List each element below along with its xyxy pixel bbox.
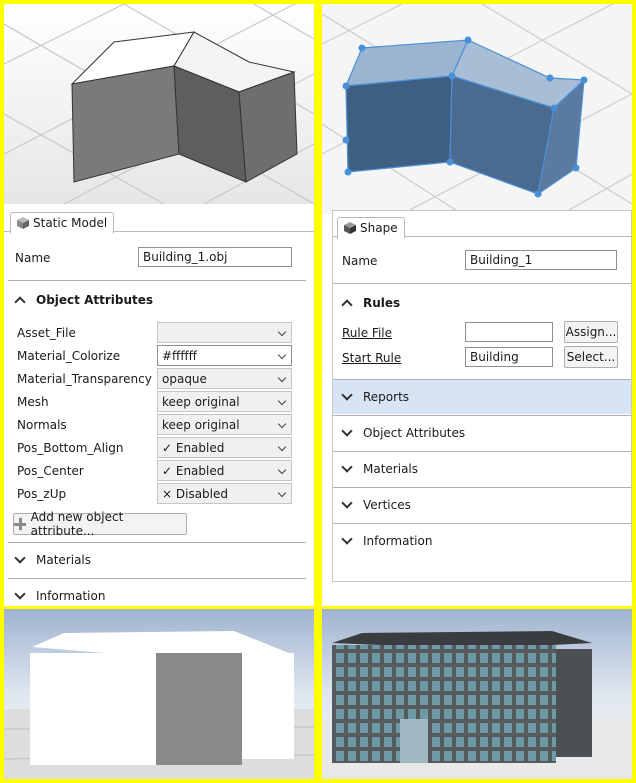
attribute-name: Pos_Bottom_Align <box>17 441 124 455</box>
section-title: Materials <box>363 462 419 476</box>
name-field[interactable]: Building_1 <box>465 250 617 270</box>
viewport-static-model[interactable] <box>4 4 314 204</box>
section-materials[interactable]: Materials <box>333 454 631 484</box>
attribute-name: Material_Colorize <box>17 349 121 363</box>
attribute-value: keep original <box>162 394 240 409</box>
inspector-shape: Shape Name Building_1 Rules Rule File As… <box>332 210 632 582</box>
render-shape[interactable] <box>322 609 632 779</box>
attribute-value: #ffffff <box>162 348 197 363</box>
tabbar: Static Model <box>4 208 314 234</box>
section-title: Vertices <box>363 498 411 512</box>
attribute-value: opaque <box>162 371 207 386</box>
divider <box>333 283 631 284</box>
cube-icon <box>17 217 29 229</box>
attribute-value: × Disabled <box>162 486 228 501</box>
section-title: Materials <box>36 553 92 567</box>
chevron-down-icon <box>277 396 287 406</box>
divider <box>333 487 631 488</box>
section-title: Reports <box>363 390 410 404</box>
name-label: Name <box>15 251 51 265</box>
divider <box>8 280 306 281</box>
tab-label: Shape <box>360 221 398 235</box>
chevron-down-icon <box>341 389 353 401</box>
render-static-model-canvas <box>4 609 314 779</box>
section-object-attributes[interactable]: Object Attributes <box>4 285 314 315</box>
chevron-down-icon <box>277 465 287 475</box>
inspector-static-model: Static Model Name Building_1.obj Object … <box>4 204 314 606</box>
tab-shape[interactable]: Shape <box>337 217 405 239</box>
attribute-value: ✓ Enabled <box>162 440 225 455</box>
attribute-combo[interactable]: keep original <box>157 414 292 435</box>
section-object-attributes[interactable]: Object Attributes <box>333 418 631 448</box>
attribute-value: keep original <box>162 417 240 432</box>
attribute-combo[interactable]: #ffffff <box>157 345 292 366</box>
chevron-down-icon <box>277 373 287 383</box>
chevron-up-icon <box>341 299 353 311</box>
section-materials[interactable]: Materials <box>4 545 314 575</box>
attribute-combo[interactable]: ✓ Enabled <box>157 460 292 481</box>
section-reports[interactable]: Reports <box>333 380 631 414</box>
viewport-shape-canvas <box>322 4 632 214</box>
start-rule-field[interactable]: Building <box>465 347 553 367</box>
attribute-name: Normals <box>17 418 67 432</box>
attribute-combo[interactable]: ✓ Enabled <box>157 437 292 458</box>
rule-file-field[interactable] <box>465 322 553 342</box>
divider <box>333 415 631 416</box>
chevron-down-icon <box>341 497 353 509</box>
attribute-name: Mesh <box>17 395 49 409</box>
add-attribute-label: Add new object attribute... <box>30 510 124 538</box>
chevron-down-icon <box>277 442 287 452</box>
chevron-down-icon <box>341 425 353 437</box>
add-attribute-button[interactable]: Add new object attribute... <box>13 510 187 538</box>
section-title: Object Attributes <box>363 426 466 440</box>
start-rule-link[interactable]: Start Rule <box>342 351 401 365</box>
rule-file-link[interactable]: Rule File <box>342 326 392 340</box>
section-title: Information <box>363 534 433 548</box>
chevron-down-icon <box>14 552 26 564</box>
chevron-down-icon <box>277 419 287 429</box>
render-static-model[interactable] <box>4 609 314 779</box>
viewport-static-model-canvas <box>4 4 314 204</box>
divider <box>333 523 631 524</box>
section-rules[interactable]: Rules <box>333 288 631 318</box>
divider <box>8 578 306 579</box>
render-shape-canvas <box>322 609 632 779</box>
static-model-cell: Static Model Name Building_1.obj Object … <box>4 4 314 606</box>
attribute-name: Pos_Center <box>17 464 84 478</box>
section-information[interactable]: Information <box>333 526 631 556</box>
section-information[interactable]: Information <box>4 581 314 606</box>
attribute-combo[interactable]: opaque <box>157 368 292 389</box>
attribute-combo[interactable] <box>157 322 292 343</box>
chevron-up-icon <box>14 296 26 308</box>
attribute-name: Material_Transparency <box>17 372 152 386</box>
section-title: Object Attributes <box>36 293 154 307</box>
chevron-down-icon <box>277 350 287 360</box>
section-title: Information <box>36 589 106 603</box>
attribute-combo[interactable]: keep original <box>157 391 292 412</box>
shape-cell: Shape Name Building_1 Rules Rule File As… <box>322 4 632 606</box>
name-label: Name <box>342 254 378 268</box>
tab-label: Static Model <box>33 216 108 230</box>
chevron-down-icon <box>277 327 287 337</box>
name-field[interactable]: Building_1.obj <box>138 247 292 267</box>
viewport-shape[interactable] <box>322 4 632 214</box>
attribute-value: ✓ Enabled <box>162 463 225 478</box>
tabbar: Shape <box>333 213 631 239</box>
select-button[interactable]: Select... <box>564 346 618 368</box>
cube-icon <box>344 222 356 234</box>
tab-static-model[interactable]: Static Model <box>10 212 115 234</box>
chevron-down-icon <box>341 533 353 545</box>
section-vertices[interactable]: Vertices <box>333 490 631 520</box>
attribute-combo[interactable]: × Disabled <box>157 483 292 504</box>
divider <box>8 542 306 543</box>
attribute-name: Asset_File <box>17 326 76 340</box>
chevron-down-icon <box>277 488 287 498</box>
plus-icon <box>14 518 26 530</box>
chevron-down-icon <box>341 461 353 473</box>
attribute-name: Pos_zUp <box>17 487 67 501</box>
assign-button[interactable]: Assign... <box>564 321 618 343</box>
chevron-down-icon <box>14 588 26 600</box>
divider <box>333 451 631 452</box>
section-title: Rules <box>363 296 401 310</box>
